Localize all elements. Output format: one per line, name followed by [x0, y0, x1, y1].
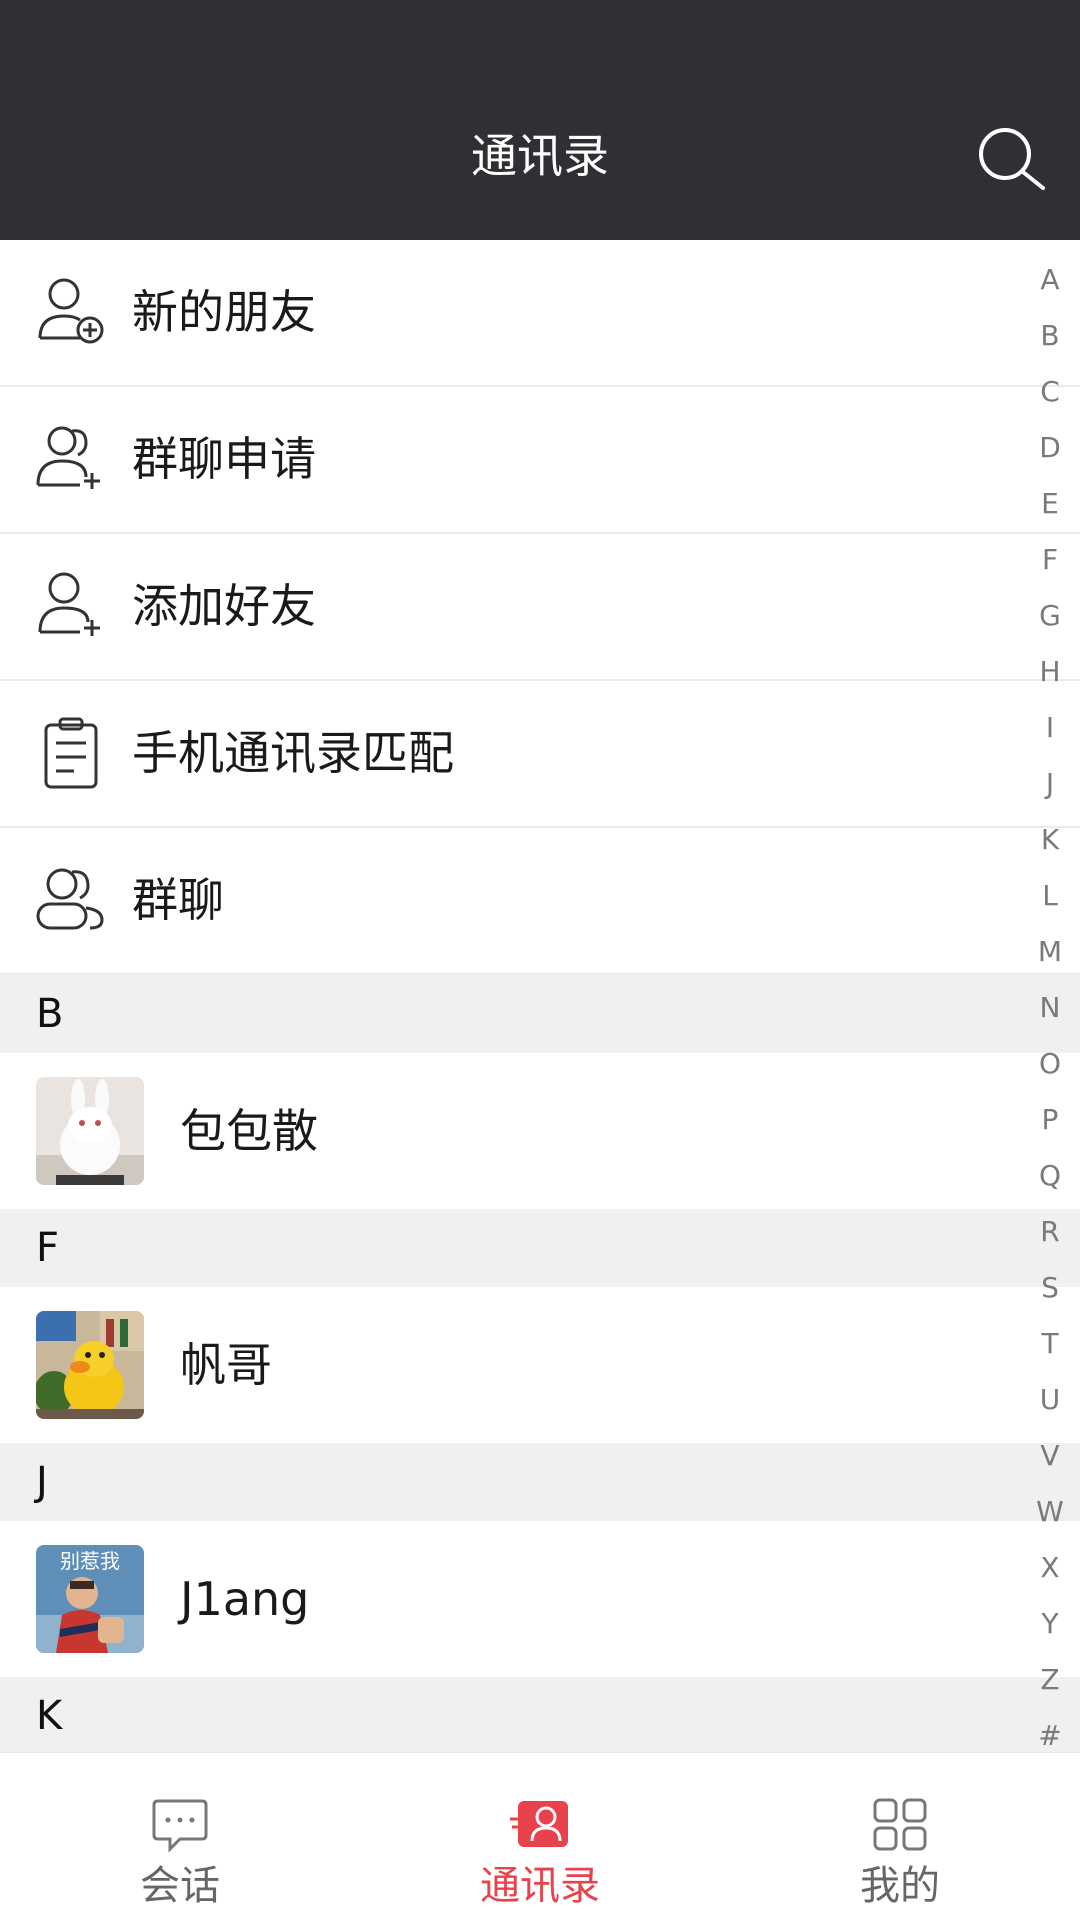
index-letter[interactable]: A: [1020, 262, 1080, 298]
index-letter[interactable]: L: [1020, 878, 1080, 914]
section-letter: B: [36, 991, 64, 1037]
group-requests-row[interactable]: 群聊申请: [0, 387, 1080, 534]
group-add-icon: [34, 421, 110, 497]
index-letter[interactable]: P: [1020, 1102, 1080, 1138]
index-letter[interactable]: #: [1020, 1718, 1080, 1754]
new-friends-label: 新的朋友: [132, 285, 316, 339]
contacts-card-icon: [510, 1797, 570, 1853]
add-friend-row[interactable]: 添加好友: [0, 534, 1080, 681]
contact-row[interactable]: 包包散: [0, 1053, 1080, 1209]
index-letter[interactable]: O: [1020, 1046, 1080, 1082]
index-letter[interactable]: G: [1020, 598, 1080, 634]
contact-list: 新的朋友 群聊申请 添加好友 手机通讯录匹配 群聊 B 包包散 F 帆哥 J 别…: [0, 240, 1080, 1752]
grid-icon: [870, 1797, 930, 1853]
add-friend-icon: [34, 568, 110, 644]
section-header-b: B: [0, 975, 1080, 1053]
tab-label: 我的: [860, 1863, 940, 1909]
search-icon[interactable]: [975, 124, 1047, 196]
index-letter[interactable]: N: [1020, 990, 1080, 1026]
white-rabbit-avatar: [36, 1077, 144, 1185]
header-bar: 通讯录: [0, 0, 1080, 240]
index-letter[interactable]: Q: [1020, 1158, 1080, 1194]
new-friends-row[interactable]: 新的朋友: [0, 240, 1080, 387]
tab-bar: 会话 通讯录 我的: [0, 1752, 1080, 1920]
chat-bubble-icon: [150, 1797, 210, 1853]
index-letter[interactable]: K: [1020, 822, 1080, 858]
index-letter[interactable]: C: [1020, 374, 1080, 410]
section-letter: F: [36, 1225, 60, 1271]
contact-name: J1ang: [180, 1572, 310, 1626]
index-letter[interactable]: J: [1020, 766, 1080, 802]
index-letter[interactable]: W: [1020, 1494, 1080, 1530]
contact-name: 帆哥: [180, 1338, 272, 1392]
index-letter[interactable]: T: [1020, 1326, 1080, 1362]
index-letter[interactable]: V: [1020, 1438, 1080, 1474]
tab-label: 通讯录: [480, 1863, 600, 1909]
contact-name: 包包散: [180, 1104, 318, 1158]
index-letter[interactable]: F: [1020, 542, 1080, 578]
section-header-k: K: [0, 1677, 1080, 1752]
index-letter[interactable]: M: [1020, 934, 1080, 970]
section-letter: J: [36, 1459, 48, 1505]
index-letter[interactable]: R: [1020, 1214, 1080, 1250]
tab-contacts[interactable]: 通讯录: [360, 1753, 720, 1920]
yellow-duck-avatar: [36, 1311, 144, 1419]
contact-row[interactable]: 帆哥: [0, 1287, 1080, 1443]
alphabet-index[interactable]: A B C D E F G H I J K L M N O P Q R S T U V W X Y Z #: [1020, 262, 1080, 1762]
page-title: 通讯录: [471, 129, 609, 183]
tab-label: 会话: [140, 1863, 220, 1909]
index-letter[interactable]: B: [1020, 318, 1080, 354]
index-letter[interactable]: X: [1020, 1550, 1080, 1586]
add-contact-icon: [34, 274, 110, 350]
group-icon: [34, 862, 110, 938]
avatar-caption: 别惹我: [60, 1549, 120, 1573]
section-header-f: F: [0, 1209, 1080, 1287]
tab-me[interactable]: 我的: [720, 1753, 1080, 1920]
index-letter[interactable]: H: [1020, 654, 1080, 690]
index-letter[interactable]: I: [1020, 710, 1080, 746]
index-letter[interactable]: U: [1020, 1382, 1080, 1418]
section-letter: K: [36, 1693, 63, 1739]
group-chats-label: 群聊: [132, 873, 224, 927]
phone-contacts-match-label: 手机通讯录匹配: [132, 726, 454, 780]
group-chats-row[interactable]: 群聊: [0, 828, 1080, 975]
phone-contacts-match-row[interactable]: 手机通讯录匹配: [0, 681, 1080, 828]
index-letter[interactable]: S: [1020, 1270, 1080, 1306]
clipboard-icon: [34, 715, 110, 791]
index-letter[interactable]: Y: [1020, 1606, 1080, 1642]
index-letter[interactable]: E: [1020, 486, 1080, 522]
child-photo-avatar: 别惹我: [36, 1545, 144, 1653]
section-header-j: J: [0, 1443, 1080, 1521]
contact-row[interactable]: 别惹我 J1ang: [0, 1521, 1080, 1677]
add-friend-label: 添加好友: [132, 579, 316, 633]
index-letter[interactable]: D: [1020, 430, 1080, 466]
tab-chats[interactable]: 会话: [0, 1753, 360, 1920]
group-requests-label: 群聊申请: [132, 432, 316, 486]
index-letter[interactable]: Z: [1020, 1662, 1080, 1698]
